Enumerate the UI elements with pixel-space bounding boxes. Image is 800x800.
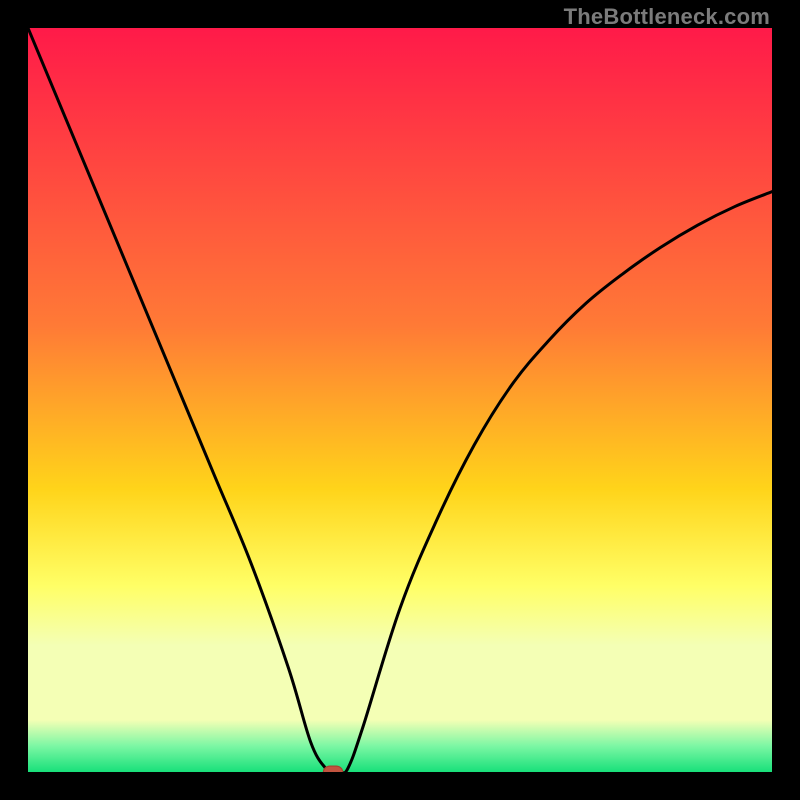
optimal-point-marker (323, 766, 342, 772)
chart-frame: TheBottleneck.com (0, 0, 800, 800)
bottleneck-chart (28, 28, 772, 772)
gradient-background (28, 28, 772, 772)
watermark-text: TheBottleneck.com (564, 4, 770, 30)
